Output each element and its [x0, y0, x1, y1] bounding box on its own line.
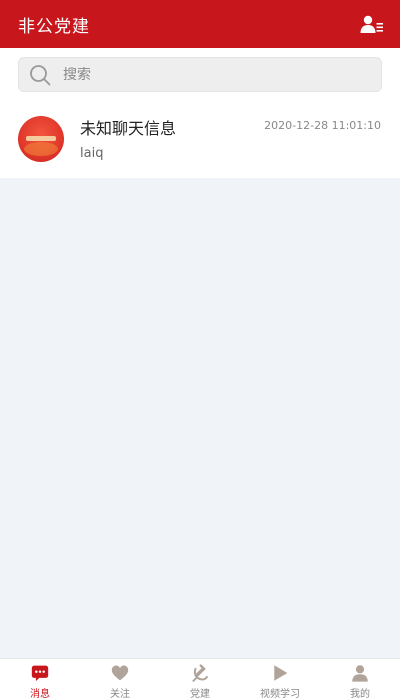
tab-follow[interactable]: 关注: [80, 659, 160, 700]
tab-video-learning[interactable]: 视频学习: [240, 659, 320, 700]
tab-label: 视频学习: [260, 689, 300, 700]
tab-label: 消息: [30, 689, 50, 700]
message-preview: laiq: [80, 146, 104, 161]
bottom-tab-bar: 消息 关注 党建 视频学习 我的: [0, 658, 400, 700]
avatar: [18, 116, 64, 162]
tab-profile[interactable]: 我的: [320, 659, 400, 700]
list-item[interactable]: 未知聊天信息 laiq 2020-12-28 11:01:10: [0, 100, 400, 178]
app-header: 非公党建: [0, 0, 400, 48]
tab-label: 我的: [350, 689, 370, 700]
search-box[interactable]: [18, 57, 382, 92]
message-title: 未知聊天信息: [80, 119, 177, 138]
tab-messages[interactable]: 消息: [0, 659, 80, 700]
search-bar: [0, 48, 400, 100]
chat-bubble-icon: [31, 665, 49, 682]
heart-icon: [111, 665, 129, 681]
tab-label: 关注: [110, 689, 130, 700]
search-icon: [30, 64, 51, 85]
contacts-icon[interactable]: [360, 14, 384, 34]
page-title: 非公党建: [18, 16, 90, 37]
tab-party-building[interactable]: 党建: [160, 659, 240, 700]
tab-label: 党建: [190, 689, 210, 700]
search-input[interactable]: [63, 66, 343, 83]
message-time: 2020-12-28 11:01:10: [264, 119, 381, 132]
play-icon: [274, 665, 288, 681]
user-icon: [352, 665, 368, 682]
message-list: 未知聊天信息 laiq 2020-12-28 11:01:10: [0, 100, 400, 178]
party-emblem-icon: [192, 664, 208, 682]
